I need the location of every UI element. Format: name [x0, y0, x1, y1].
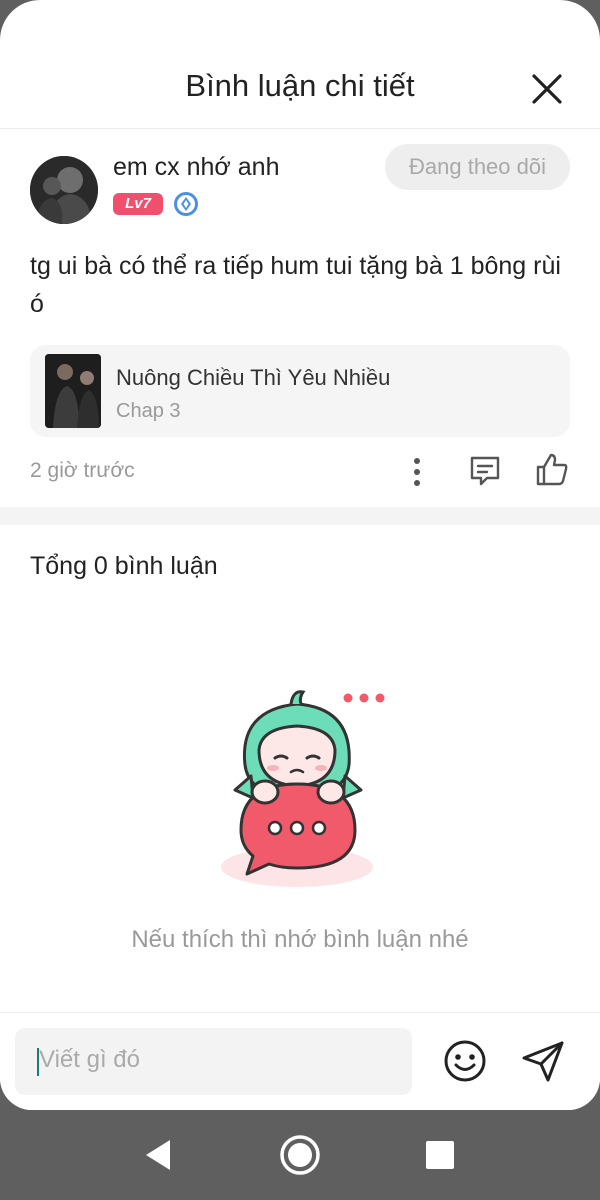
comment-detail-sheet: Bình luận chi tiết em cx nhớ anh Lv7 Đan…: [0, 0, 600, 1110]
manga-chapter: Chap 3: [116, 400, 181, 422]
section-divider: [0, 507, 600, 525]
close-button[interactable]: [526, 68, 568, 110]
back-icon: [146, 1140, 170, 1170]
header: Bình luận chi tiết: [0, 0, 600, 129]
emoji-button[interactable]: [442, 1038, 488, 1084]
comment-input-placeholder: Viết gì đó: [39, 1046, 140, 1073]
home-button[interactable]: [279, 1134, 321, 1176]
comment-card: em cx nhớ anh Lv7 Đang theo dõi tg ui bà…: [0, 129, 600, 507]
comment-text: tg ui bà có thể ra tiếp hum tui tặng bà …: [30, 252, 561, 318]
like-button[interactable]: [533, 451, 571, 489]
empty-message: Nếu thích thì nhớ bình luận nhé: [131, 926, 469, 953]
recents-button[interactable]: [425, 1140, 455, 1170]
avatar[interactable]: [30, 156, 98, 224]
more-button[interactable]: [404, 455, 430, 489]
back-button[interactable]: [140, 1136, 176, 1174]
emoji-icon: [444, 1040, 486, 1082]
vip-diamond-icon: [173, 191, 199, 217]
reply-button[interactable]: [467, 453, 503, 489]
manga-cover: [45, 354, 101, 428]
more-vertical-icon: [414, 458, 420, 486]
home-icon: [280, 1135, 320, 1175]
like-icon: [536, 453, 568, 486]
android-navigation-bar: [0, 1110, 600, 1200]
empty-comments-illustration: [215, 680, 390, 895]
manga-link[interactable]: Nuông Chiều Thì Yêu Nhiều Chap 3: [30, 345, 570, 437]
comment-input-bar: Viết gì đó: [0, 1012, 600, 1110]
reply-icon: [470, 456, 500, 486]
close-icon: [532, 74, 562, 104]
follow-button[interactable]: Đang theo dõi: [385, 144, 570, 190]
page-title: Bình luận chi tiết: [185, 68, 415, 103]
manga-title: Nuông Chiều Thì Yêu Nhiều: [116, 365, 391, 390]
comment-time: 2 giờ trước: [30, 459, 135, 482]
comment-input[interactable]: Viết gì đó: [15, 1028, 412, 1095]
comment-count: Tổng 0 bình luận: [30, 552, 218, 580]
send-icon: [522, 1041, 564, 1082]
recents-icon: [426, 1141, 454, 1169]
send-button[interactable]: [520, 1038, 566, 1084]
level-badge: Lv7: [113, 193, 163, 215]
username[interactable]: em cx nhớ anh: [113, 153, 279, 182]
